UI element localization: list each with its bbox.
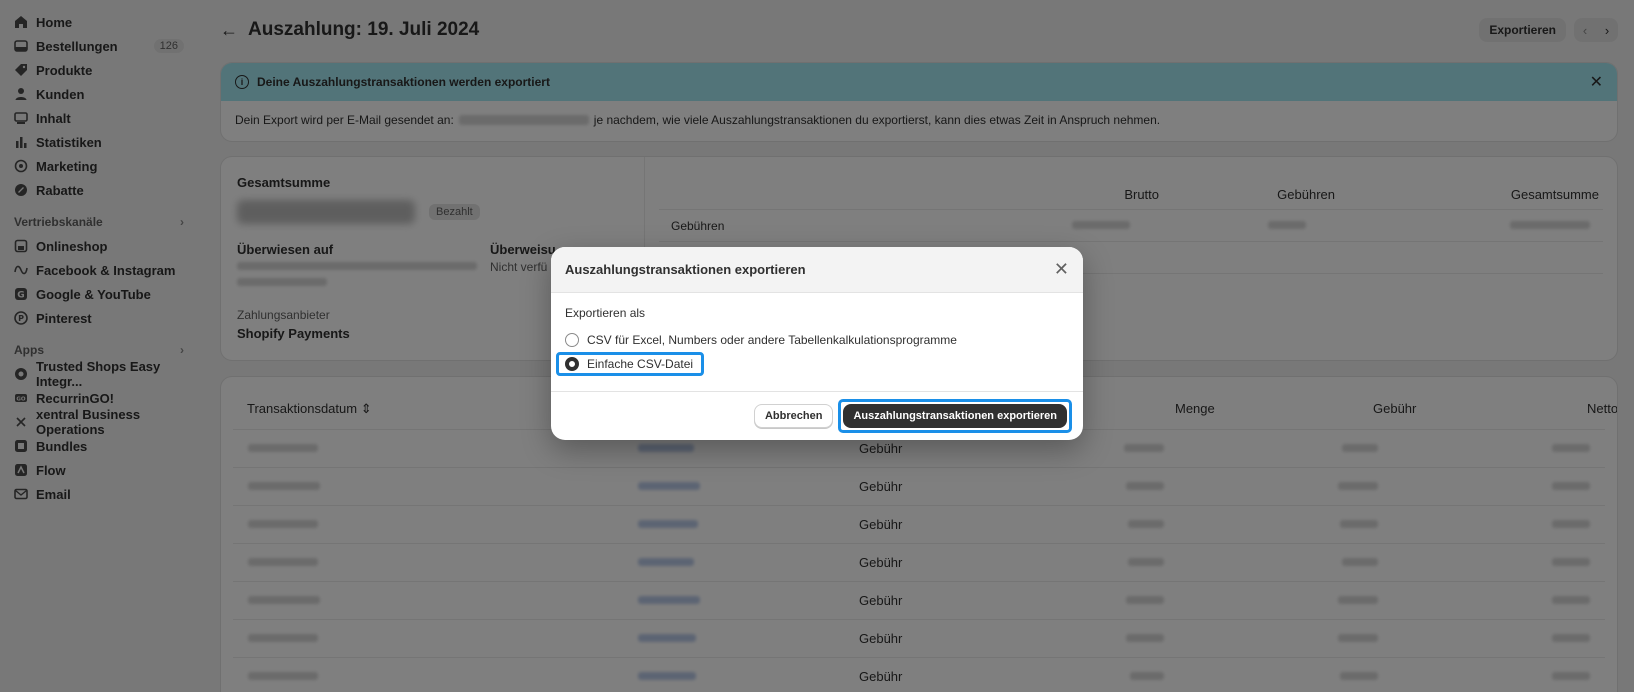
cancel-button[interactable]: Abbrechen [753,403,834,428]
option-plain-csv[interactable]: Einfache CSV-Datei [555,352,1069,376]
option-label: CSV für Excel, Numbers oder andere Tabel… [587,333,957,347]
option-csv-excel[interactable]: CSV für Excel, Numbers oder andere Tabel… [565,328,1069,352]
radio-unchecked[interactable] [565,333,579,347]
radio-checked[interactable] [565,357,579,371]
export-dialog: Auszahlungstransaktionen exportieren ✕ E… [551,247,1083,440]
export-transactions-button[interactable]: Auszahlungstransaktionen exportieren [843,403,1067,428]
option-label: Einfache CSV-Datei [587,357,694,371]
export-as-label: Exportieren als [565,306,646,320]
close-icon[interactable]: ✕ [1054,259,1069,280]
dialog-title: Auszahlungstransaktionen exportieren [565,262,806,277]
